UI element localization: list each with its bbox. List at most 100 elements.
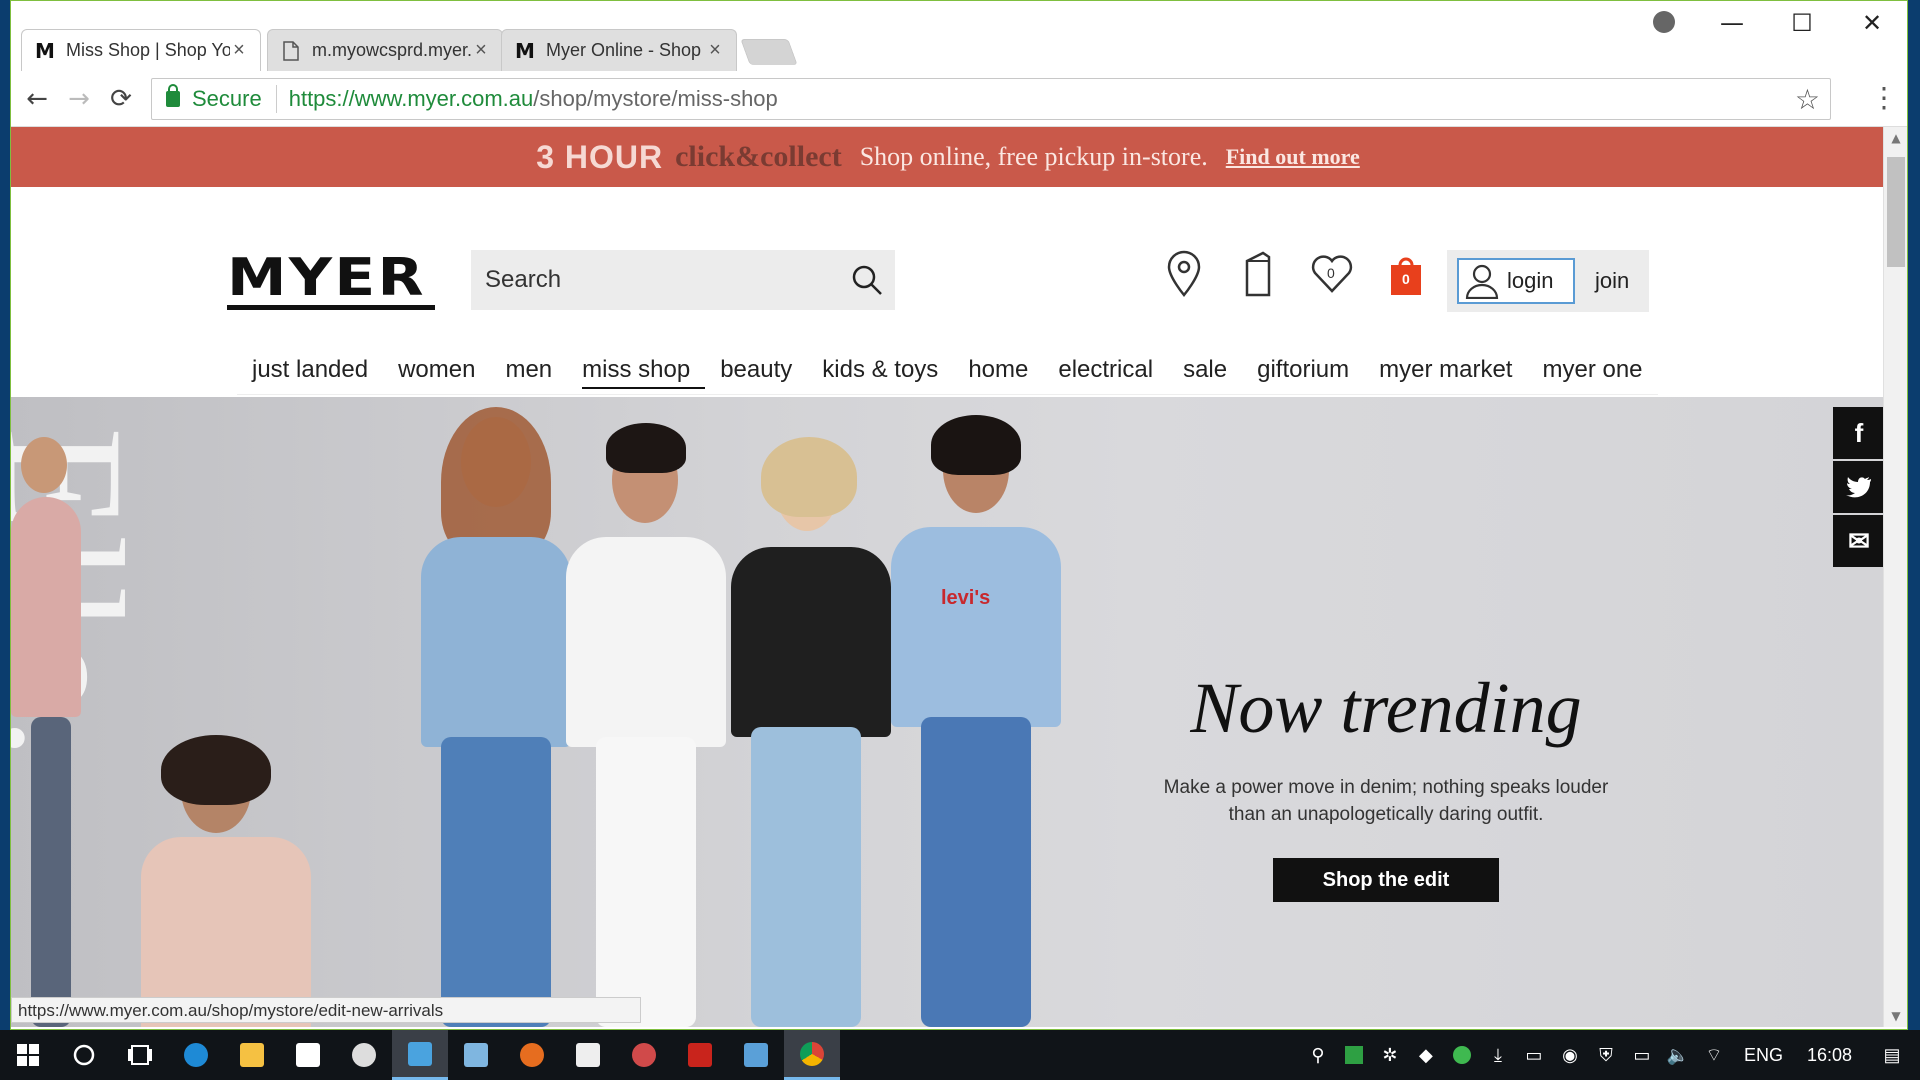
- app-settings-icon[interactable]: [336, 1030, 392, 1080]
- nav-item-kids-toys[interactable]: kids & toys: [807, 347, 953, 393]
- wishlist-count: 0: [1327, 265, 1335, 281]
- reload-button[interactable]: ⟳: [103, 81, 139, 117]
- tab-close-icon[interactable]: ×: [230, 39, 248, 62]
- control-panel-icon[interactable]: [728, 1030, 784, 1080]
- url-path: /shop/mystore/miss-shop: [533, 86, 778, 111]
- email-icon[interactable]: ✉: [1833, 515, 1885, 567]
- nav-item-home[interactable]: home: [953, 347, 1043, 393]
- pinwheel-tray-icon[interactable]: ✲: [1372, 1030, 1408, 1080]
- tab-myowcsprd[interactable]: m.myowcsprd.myer.com. ×: [267, 29, 503, 71]
- scroll-up-arrow[interactable]: ▲: [1884, 127, 1908, 149]
- file-explorer-icon[interactable]: [224, 1030, 280, 1080]
- hero-title: Now trending: [1190, 668, 1582, 748]
- download-tray-icon[interactable]: ⤓: [1480, 1030, 1516, 1080]
- secure-label: Secure: [192, 86, 262, 111]
- security-tray-icon[interactable]: ⛨: [1588, 1030, 1624, 1080]
- nav-item-miss-shop[interactable]: miss shop: [567, 347, 706, 393]
- nav-item-electrical[interactable]: electrical: [1043, 347, 1168, 393]
- wishlist-heart-icon[interactable]: 0: [1309, 249, 1355, 299]
- shop-the-edit-button[interactable]: Shop the edit: [1273, 858, 1499, 902]
- task-view-icon[interactable]: [112, 1030, 168, 1080]
- address-bar[interactable]: Secure https://www.myer.com.au /shop/mys…: [151, 78, 1831, 120]
- store-icon[interactable]: [280, 1030, 336, 1080]
- hero-model-left-edge: [11, 397, 81, 1027]
- pdf-reader-icon[interactable]: [672, 1030, 728, 1080]
- lock-icon: [166, 84, 180, 107]
- shopping-bag-icon[interactable]: 0: [1383, 249, 1429, 299]
- browser-window: M Miss Shop | Shop Youth C × m.myowcsprd…: [10, 0, 1908, 1030]
- minimize-button[interactable]: —: [1697, 1, 1767, 45]
- messaging-app-icon[interactable]: [392, 1030, 448, 1080]
- nav-item-men[interactable]: men: [490, 347, 567, 393]
- window-controls: — ☐ ✕: [1697, 1, 1907, 45]
- nav-item-just-landed[interactable]: just landed: [237, 347, 383, 393]
- hero-model-2: [566, 423, 726, 1027]
- nav-item-giftorium[interactable]: giftorium: [1242, 347, 1364, 393]
- join-link[interactable]: join: [1595, 268, 1629, 294]
- tab-title: m.myowcsprd.myer.com.: [312, 40, 472, 60]
- social-share-bar: f ✉: [1833, 407, 1885, 569]
- hero-banner[interactable]: Elle. levi's Now trending Make a power m…: [11, 397, 1885, 1027]
- twitter-icon[interactable]: [1833, 461, 1885, 513]
- nav-item-myer-one[interactable]: myer one: [1527, 347, 1657, 393]
- browser-menu-icon[interactable]: ⋮: [1869, 83, 1899, 115]
- notes-app-icon[interactable]: [448, 1030, 504, 1080]
- hero-body: Make a power move in denim; nothing spea…: [1163, 777, 1609, 825]
- remote-app-icon[interactable]: [616, 1030, 672, 1080]
- start-button[interactable]: [0, 1030, 56, 1080]
- back-button[interactable]: ←: [19, 81, 55, 117]
- search-icon[interactable]: [849, 262, 885, 298]
- myer-logo[interactable]: MYER: [227, 252, 437, 311]
- scroll-down-arrow[interactable]: ▼: [1884, 1005, 1908, 1027]
- edge-browser-icon[interactable]: [168, 1030, 224, 1080]
- gift-card-icon[interactable]: [1235, 249, 1281, 299]
- omnibox-separator: [275, 85, 277, 113]
- volume-icon[interactable]: 🔈: [1660, 1030, 1696, 1080]
- chrome-icon[interactable]: [784, 1030, 840, 1080]
- language-indicator[interactable]: ENG: [1732, 1045, 1795, 1066]
- profile-icon[interactable]: [1653, 11, 1675, 33]
- nav-item-women[interactable]: women: [383, 347, 490, 393]
- battery-icon[interactable]: ▭: [1624, 1030, 1660, 1080]
- nav-item-beauty[interactable]: beauty: [705, 347, 807, 393]
- scroll-thumb[interactable]: [1887, 157, 1905, 267]
- people-icon[interactable]: ⚲: [1300, 1030, 1336, 1080]
- account-box: login join: [1447, 250, 1649, 312]
- nav-item-myer-market[interactable]: myer market: [1364, 347, 1527, 393]
- action-center-icon[interactable]: ▤: [1864, 1030, 1920, 1080]
- store-locator-icon[interactable]: [1161, 249, 1207, 299]
- sync-tray-icon[interactable]: [1444, 1030, 1480, 1080]
- firefox-icon[interactable]: [504, 1030, 560, 1080]
- facebook-icon[interactable]: f: [1833, 407, 1885, 459]
- promo-banner[interactable]: 3 HOUR click&collect Shop online, free p…: [11, 127, 1885, 187]
- cortana-search-icon[interactable]: [56, 1030, 112, 1080]
- site-header: MYER Search 0 0 login join just landed w…: [11, 187, 1885, 397]
- login-button[interactable]: login: [1457, 258, 1575, 304]
- tab-myer-online[interactable]: M Myer Online - Shop Fash ×: [501, 29, 737, 71]
- hero-model-4: levi's: [891, 415, 1061, 1027]
- tab-close-icon[interactable]: ×: [472, 39, 490, 62]
- search-input[interactable]: Search: [471, 250, 895, 310]
- shield-tray-icon[interactable]: ◆: [1408, 1030, 1444, 1080]
- tab-close-icon[interactable]: ×: [706, 39, 724, 62]
- wifi-icon[interactable]: ⌔: [1696, 1030, 1732, 1080]
- page-scrollbar[interactable]: ▲ ▼: [1883, 127, 1907, 1027]
- forward-button[interactable]: →: [61, 81, 97, 117]
- green-app-tray-icon[interactable]: [1336, 1030, 1372, 1080]
- logo-wordmark: MYER: [227, 248, 426, 308]
- nav-item-sale[interactable]: sale: [1168, 347, 1242, 393]
- tab-title: Miss Shop | Shop Youth C: [66, 40, 230, 60]
- globe-tray-icon[interactable]: ◉: [1552, 1030, 1588, 1080]
- header-icons: 0 0: [1161, 249, 1429, 299]
- display-tray-icon[interactable]: ▭: [1516, 1030, 1552, 1080]
- promo-link[interactable]: Find out more: [1226, 144, 1360, 170]
- tab-miss-shop[interactable]: M Miss Shop | Shop Youth C ×: [21, 29, 261, 71]
- new-tab-button[interactable]: [740, 39, 798, 65]
- photos-icon[interactable]: [560, 1030, 616, 1080]
- close-window-button[interactable]: ✕: [1837, 1, 1907, 45]
- maximize-button[interactable]: ☐: [1767, 1, 1837, 45]
- main-nav: just landed women men miss shop beauty k…: [237, 347, 1658, 395]
- clock[interactable]: 16:08: [1795, 1045, 1864, 1066]
- tab-title: Myer Online - Shop Fash: [546, 40, 706, 60]
- bookmark-star-icon[interactable]: ☆: [1795, 83, 1820, 116]
